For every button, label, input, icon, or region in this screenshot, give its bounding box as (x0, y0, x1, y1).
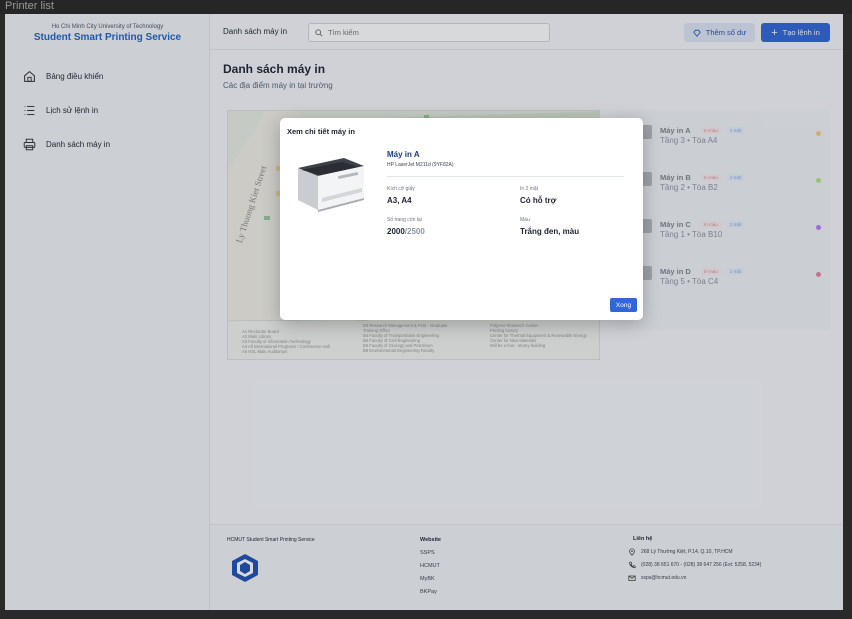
printer-photo (298, 158, 364, 212)
duplex-value: Có hỗ trợ (520, 196, 557, 205)
pages-remaining-label: Số trang còn lại (387, 217, 422, 223)
color-mode-label: Màu (520, 217, 530, 223)
pages-total: /2500 (404, 227, 425, 236)
pages-remaining-value: 2000/2500 (387, 227, 425, 236)
paper-size-label: Kích cỡ giấy (387, 186, 415, 192)
modal-printer-model: HP LaserJet M211d (9YF82A) (387, 162, 454, 168)
modal-divider (387, 176, 624, 177)
color-mode-value: Trắng đen, màu (520, 227, 580, 236)
app-window: Ho Chi Minh City University of Technolog… (5, 14, 843, 610)
modal-title: Xem chi tiết máy in (287, 127, 355, 136)
paper-size-value: A3, A4 (387, 196, 412, 205)
printer-detail-modal: Xem chi tiết máy in Máy in A HP LaserJet… (280, 118, 643, 320)
done-button[interactable]: Xong (610, 298, 637, 312)
duplex-label: In 2 mặt (520, 186, 539, 192)
pages-remaining-count: 2000 (387, 227, 405, 236)
window-title: Printer list (0, 0, 852, 14)
modal-printer-name: Máy in A (387, 150, 420, 159)
